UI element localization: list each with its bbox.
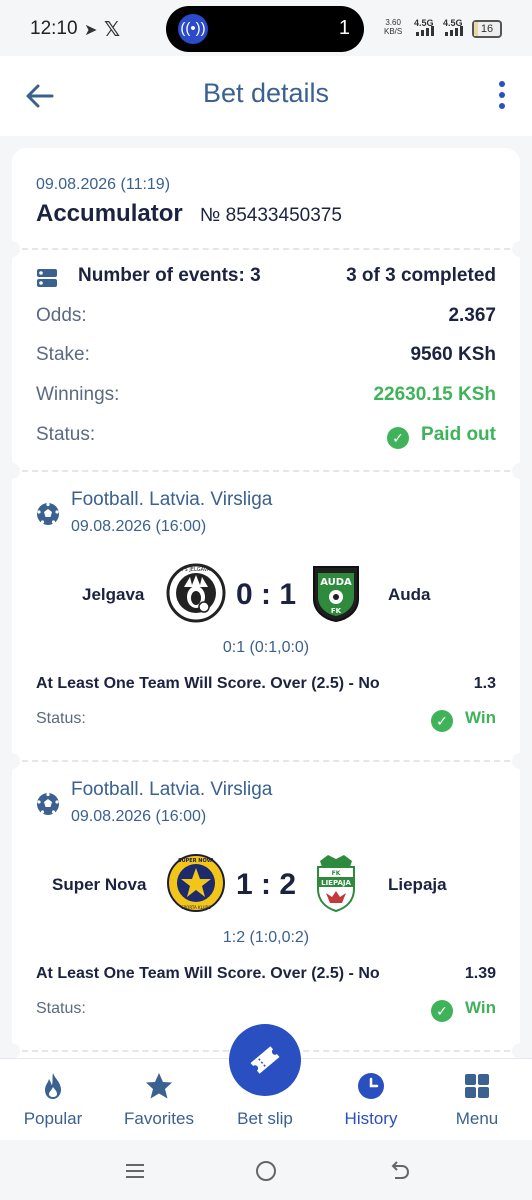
- grid-icon: [465, 1074, 489, 1098]
- football-icon: [37, 502, 59, 525]
- app-header: Bet details: [0, 56, 532, 136]
- liepaja-logo-icon: LIEPAJA FK: [317, 855, 355, 913]
- check-icon: ✓: [430, 710, 453, 732]
- clock: 12:10: [30, 18, 78, 39]
- bet-type: Accumulator: [36, 200, 183, 227]
- status-row: Status: ✓ Paid out: [36, 424, 496, 452]
- match-score: 0 : 1: [235, 578, 297, 611]
- auda-logo-icon: AUDA FK: [313, 566, 359, 623]
- league-name: Football. Latvia. Virsliga: [71, 779, 273, 800]
- system-navigation: [0, 1140, 532, 1200]
- recent-apps-icon[interactable]: [122, 1158, 148, 1184]
- event-date: 09.08.2026 (16:00): [71, 808, 207, 825]
- battery-icon: 16: [472, 20, 502, 38]
- divider: [22, 470, 510, 472]
- super-nova-logo-icon: SUPER NOVA SPORTA KLUBS: [167, 854, 225, 912]
- bet-details-card: 09.08.2026 (11:19) Accumulator № 8543345…: [12, 148, 520, 1148]
- home-icon[interactable]: [253, 1158, 279, 1184]
- away-team: Liepaja: [388, 875, 447, 894]
- telegram-icon: ➤: [84, 22, 98, 39]
- match-score: 1 : 2: [235, 868, 297, 901]
- network-speed: 3.60 KB/S: [384, 18, 403, 36]
- signal-bars-1-icon: [416, 26, 434, 36]
- nav-favorites[interactable]: Favorites: [106, 1059, 212, 1141]
- x-icon: 𝕏: [104, 19, 121, 41]
- market-name: At Least One Team Will Score. Over (2.5)…: [36, 965, 380, 982]
- nav-menu[interactable]: Menu: [424, 1059, 530, 1141]
- away-team: Auda: [388, 585, 431, 604]
- svg-text:AUDA: AUDA: [320, 577, 352, 588]
- more-options-icon[interactable]: [498, 80, 506, 110]
- notification-count: 1: [338, 17, 350, 39]
- detailed-score: 0:1 (0:1,0:0): [222, 639, 310, 656]
- stake-row: Stake: 9560 KSh: [36, 344, 496, 365]
- market-name: At Least One Team Will Score. Over (2.5)…: [36, 675, 380, 692]
- football-icon: [37, 792, 59, 815]
- nav-history[interactable]: History: [318, 1059, 424, 1141]
- market-odd: 1.39: [464, 965, 496, 982]
- bet-slip-button[interactable]: [229, 1024, 301, 1096]
- signal-bars-2-icon: [445, 26, 463, 36]
- star-icon: [146, 1073, 172, 1099]
- nav-popular[interactable]: Popular: [0, 1059, 106, 1141]
- svg-text:SUPER NOVA: SUPER NOVA: [178, 858, 214, 864]
- events-list-icon: [37, 269, 57, 287]
- event-status-badge: ✓ Win: [430, 998, 496, 1022]
- clock-icon: [358, 1073, 384, 1099]
- home-team: Jelgava: [82, 585, 145, 604]
- back-icon[interactable]: [386, 1158, 412, 1184]
- events-count: Number of events: 3: [78, 265, 261, 286]
- odds-value: 2.367: [448, 305, 496, 326]
- svg-text:FK: FK: [332, 870, 341, 877]
- ticket-icon: [250, 1046, 280, 1074]
- bet-number: № 85433450375: [200, 205, 342, 226]
- stake-value: 9560 KSh: [410, 344, 496, 365]
- broadcast-icon: ((•)): [178, 14, 208, 44]
- league-name: Football. Latvia. Virsliga: [71, 489, 273, 510]
- svg-text:FS JELGAVA: FS JELGAVA: [182, 567, 211, 573]
- check-icon: ✓: [430, 1000, 453, 1022]
- check-icon: ✓: [387, 427, 410, 449]
- market-odd: 1.3: [473, 675, 496, 692]
- divider: [22, 248, 510, 250]
- winnings-row: Winnings: 22630.15 KSh: [36, 384, 496, 405]
- bet-date: 09.08.2026 (11:19): [36, 176, 171, 193]
- events-row: Number of events: 3 3 of 3 completed: [36, 265, 496, 293]
- svg-text:LIEPAJA: LIEPAJA: [321, 879, 351, 887]
- divider: [22, 760, 510, 762]
- battery-level: 16: [480, 23, 494, 35]
- event-date: 09.08.2026 (16:00): [71, 518, 207, 535]
- event-status-badge: ✓ Win: [430, 708, 496, 732]
- jelgava-logo-icon: FS JELGAVA: [166, 563, 226, 623]
- home-team: Super Nova: [52, 875, 147, 894]
- winnings-value: 22630.15 KSh: [373, 384, 496, 405]
- dynamic-island[interactable]: ((•)) 1: [166, 6, 364, 52]
- status-badge: ✓ Paid out: [387, 424, 496, 449]
- svg-text:FK: FK: [331, 607, 342, 615]
- odds-row: Odds: 2.367: [36, 305, 496, 326]
- events-progress: 3 of 3 completed: [346, 265, 496, 286]
- status-bar: 12:10 ➤ 𝕏 ((•)) 1 3.60 KB/S 4.5G 4.5G 16: [0, 0, 532, 56]
- page-title: Bet details: [202, 78, 330, 108]
- detailed-score: 1:2 (1:0,0:2): [222, 929, 310, 946]
- svg-text:SPORTA KLUBS: SPORTA KLUBS: [181, 905, 211, 910]
- flame-icon: [45, 1073, 61, 1099]
